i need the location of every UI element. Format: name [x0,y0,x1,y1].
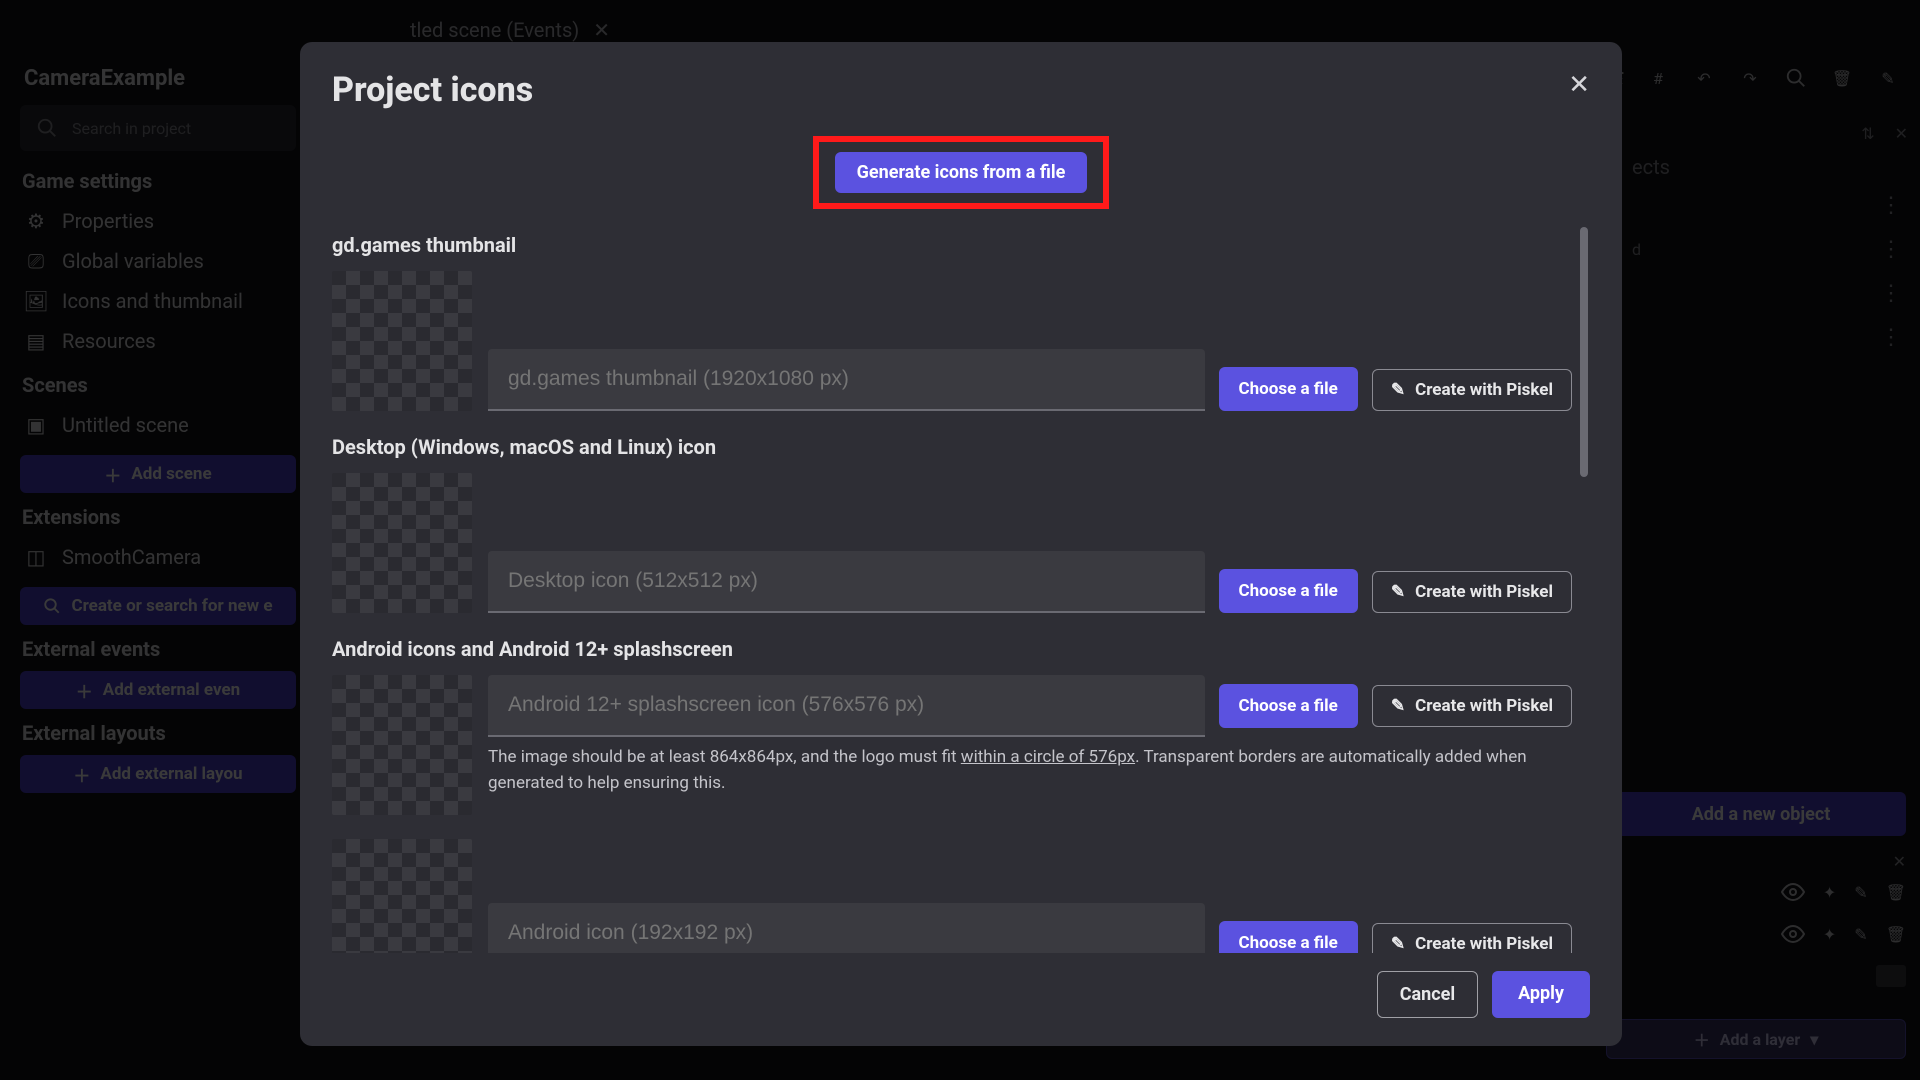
pencil-icon: ✎ [1391,696,1405,716]
section-gd-thumbnail: gd.games thumbnail [332,233,1572,257]
desktop-icon-preview [332,473,472,613]
choose-file-button[interactable]: Choose a file [1219,367,1358,411]
helper-link[interactable]: within a circle of 576px [961,747,1135,767]
choose-file-button[interactable]: Choose a file [1219,921,1358,953]
android-icon-field[interactable] [488,903,1205,953]
create-with-piskel-button[interactable]: ✎ Create with Piskel [1372,369,1572,411]
close-icon[interactable]: ✕ [1568,70,1590,100]
button-label: Create with Piskel [1415,380,1553,400]
desktop-icon-field[interactable] [488,551,1205,613]
section-android: Android icons and Android 12+ splashscre… [332,637,1572,661]
pencil-icon: ✎ [1391,934,1405,953]
dialog-title: Project icons [332,70,533,110]
gd-thumbnail-field[interactable] [488,349,1205,411]
highlight-box: Generate icons from a file [813,136,1110,209]
choose-file-button[interactable]: Choose a file [1219,569,1358,613]
helper-text: The image should be at least 864x864px, … [488,745,1572,796]
apply-button[interactable]: Apply [1492,971,1590,1018]
android-splash-field[interactable] [488,675,1205,737]
cancel-button[interactable]: Cancel [1377,971,1478,1018]
create-with-piskel-button[interactable]: ✎ Create with Piskel [1372,685,1572,727]
android-splash-preview [332,675,472,815]
create-with-piskel-button[interactable]: ✎ Create with Piskel [1372,923,1572,953]
choose-file-button[interactable]: Choose a file [1219,684,1358,728]
section-desktop-icon: Desktop (Windows, macOS and Linux) icon [332,435,1572,459]
generate-icons-button[interactable]: Generate icons from a file [835,152,1088,193]
android-icon-preview [332,839,472,953]
button-label: Create with Piskel [1415,934,1553,953]
pencil-icon: ✎ [1391,380,1405,400]
project-icons-dialog: Project icons ✕ Generate icons from a fi… [300,42,1622,1046]
pencil-icon: ✎ [1391,582,1405,602]
thumbnail-preview [332,271,472,411]
button-label: Create with Piskel [1415,582,1553,602]
button-label: Create with Piskel [1415,696,1553,716]
create-with-piskel-button[interactable]: ✎ Create with Piskel [1372,571,1572,613]
scrollbar[interactable] [1580,227,1588,477]
